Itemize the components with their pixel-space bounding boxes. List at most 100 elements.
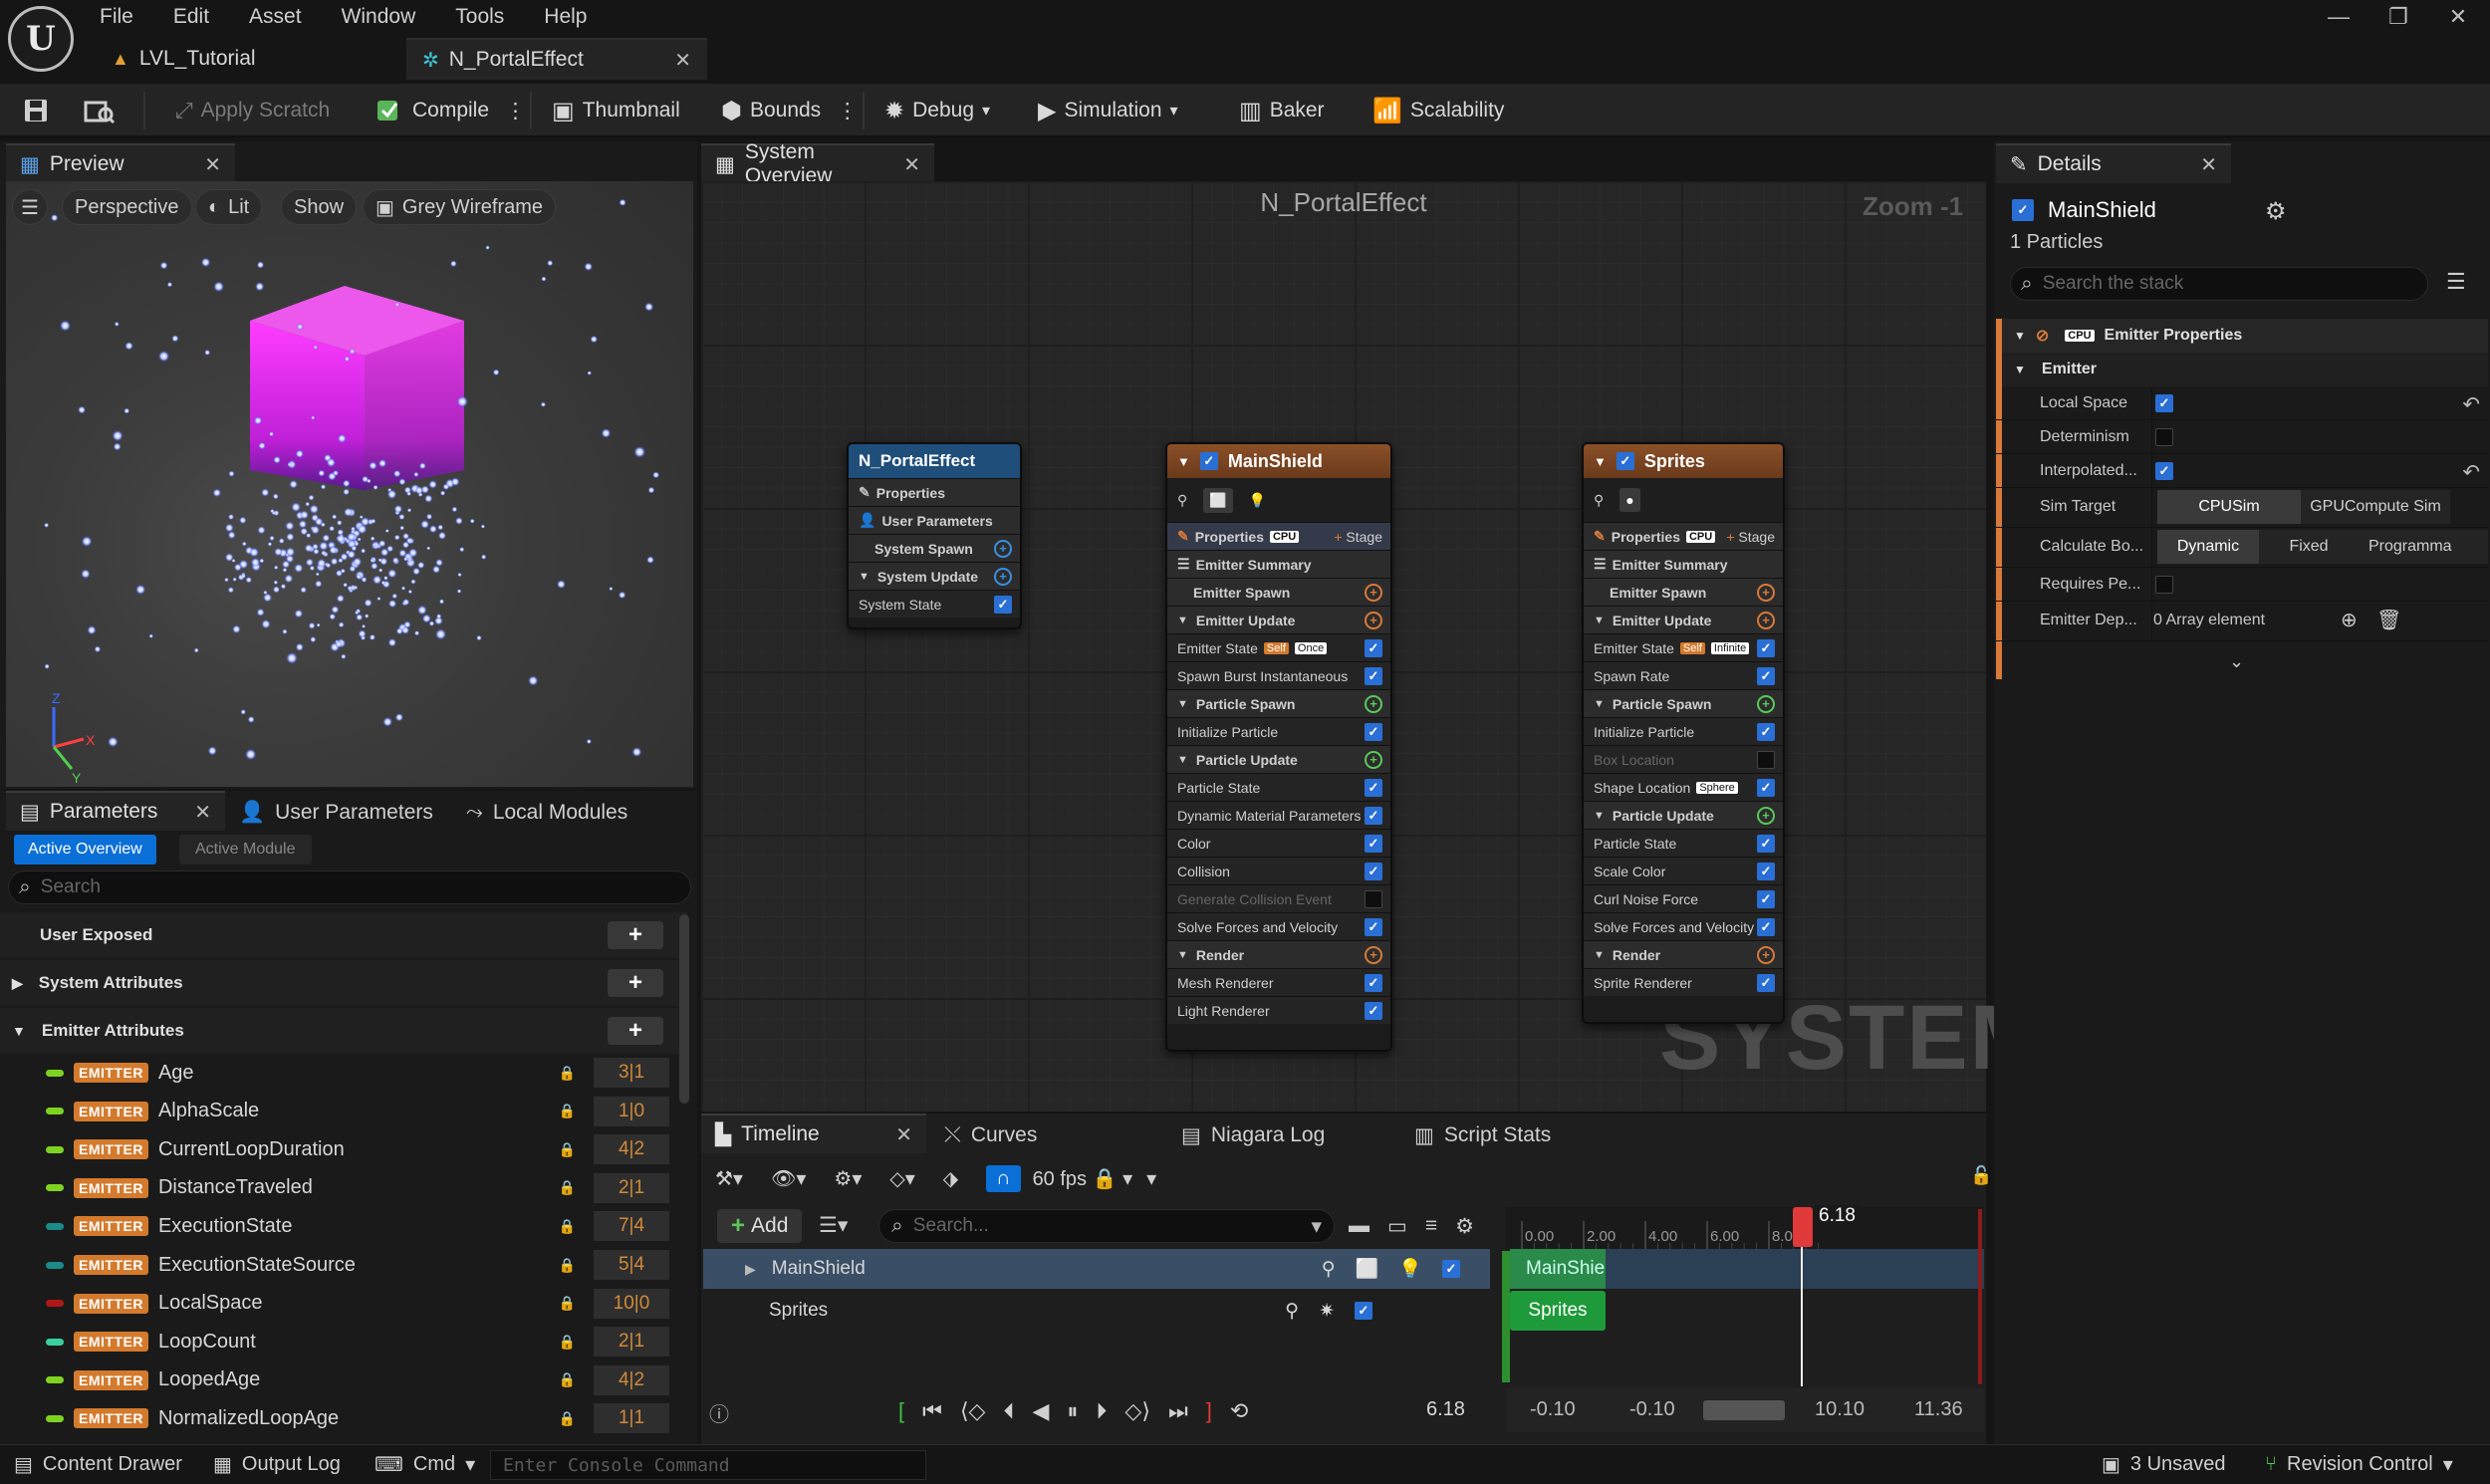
- preview-viewport[interactable]: Z X Y: [6, 181, 693, 787]
- stack-row[interactable]: Emitter Spawn +: [1167, 578, 1390, 606]
- module-checkbox[interactable]: ✓: [1757, 889, 1775, 908]
- emitter-group[interactable]: ▼ Emitter: [2002, 353, 2488, 386]
- range-end-marker[interactable]: [1978, 1209, 1982, 1384]
- apply-scratch-button[interactable]: ⤢ Apply Scratch: [175, 84, 330, 137]
- module-checkbox[interactable]: ✓: [1757, 778, 1775, 797]
- list-icon[interactable]: ≡: [1425, 1214, 1437, 1238]
- module-checkbox[interactable]: ✓: [1757, 973, 1775, 992]
- add-module-icon[interactable]: +: [1757, 945, 1775, 964]
- stack-row[interactable]: Collision ✓: [1167, 857, 1390, 884]
- scalability-button[interactable]: 📶 Scalability: [1372, 84, 1504, 137]
- reset-icon[interactable]: ↶: [2462, 460, 2480, 485]
- parameter-row[interactable]: EMITTER Age 🔒 3|1: [0, 1054, 687, 1092]
- view-options-icon[interactable]: 👁▾: [771, 1166, 806, 1191]
- step-forward-icon[interactable]: ⏵: [1096, 1398, 1107, 1424]
- reverse-play-icon[interactable]: ◀: [1032, 1398, 1049, 1424]
- stack-row[interactable]: Emitter Spawn +: [1584, 578, 1783, 606]
- debug-button[interactable]: ✹ Debug ▾: [884, 84, 990, 137]
- output-log-button[interactable]: ▦ Output Log: [213, 1444, 341, 1484]
- add-module-icon[interactable]: +: [994, 567, 1012, 586]
- module-checkbox[interactable]: ✓: [1365, 778, 1382, 797]
- emitter-summary-row[interactable]: ☰ Emitter Summary: [1167, 550, 1390, 578]
- system-node[interactable]: N_PortalEffect ✎ Properties 👤 User Paramet…: [847, 442, 1022, 629]
- enable-checkbox[interactable]: ✓: [1199, 452, 1218, 470]
- track-row-sprites[interactable]: Sprites ⚲ ✷ ✓: [703, 1291, 1490, 1331]
- info-icon[interactable]: ⓘ: [709, 1398, 729, 1427]
- parameter-row[interactable]: EMITTER LoopCount 🔒 2|1: [0, 1323, 687, 1360]
- filter-icon[interactable]: ☰▾: [819, 1213, 848, 1238]
- add-system-attribute-icon[interactable]: +: [608, 969, 663, 997]
- module-checkbox[interactable]: ✓: [1365, 973, 1382, 992]
- key-icon[interactable]: ◇▾: [889, 1166, 914, 1191]
- module-checkbox[interactable]: ✓: [1757, 722, 1775, 741]
- bounds-programmable[interactable]: Programma: [2359, 530, 2488, 564]
- stack-row[interactable]: Initialize Particle ✓: [1584, 717, 1783, 745]
- view-end-field[interactable]: 10.10: [1815, 1398, 1865, 1421]
- unreal-logo-icon[interactable]: U: [8, 6, 74, 72]
- tab-script-stats[interactable]: ▥ Script Stats: [1414, 1115, 1551, 1155]
- reset-icon[interactable]: ↶: [2462, 392, 2480, 417]
- add-module-icon[interactable]: +: [1757, 583, 1775, 602]
- stack-search-input[interactable]: ⌕ Search the stack: [2010, 267, 2428, 301]
- add-module-icon[interactable]: +: [1365, 694, 1382, 713]
- add-emitter-attribute-icon[interactable]: +: [608, 1017, 663, 1045]
- bounds-options-icon[interactable]: ⋮: [837, 99, 858, 124]
- lock-icon[interactable]: 🔓: [1970, 1165, 1992, 1186]
- expand-advanced-icon[interactable]: ⌄: [2229, 651, 2244, 672]
- menu-edit[interactable]: Edit: [173, 5, 209, 29]
- track-row-mainshield[interactable]: ▶ MainShield ⚲ ⬜ 💡 ✓: [703, 1249, 1490, 1289]
- current-time-field[interactable]: 6.18: [1426, 1398, 1465, 1421]
- add-module-icon[interactable]: +: [1365, 611, 1382, 629]
- determinism-checkbox[interactable]: [2155, 428, 2173, 446]
- menu-asset[interactable]: Asset: [249, 5, 302, 29]
- system-state-row[interactable]: System State ✓: [849, 590, 1020, 618]
- parameter-row[interactable]: EMITTER ExecutionState 🔒 7|4: [0, 1207, 687, 1245]
- stack-row[interactable]: ▼ Particle Update +: [1584, 801, 1783, 829]
- stack-row[interactable]: Initialize Particle ✓: [1167, 717, 1390, 745]
- delete-icon[interactable]: 🗑: [2376, 608, 2401, 632]
- parameter-row[interactable]: EMITTER LocalSpace 🔒 10|0: [0, 1285, 687, 1323]
- grey-wireframe-button[interactable]: ▣ Grey Wireframe: [363, 189, 557, 225]
- more-options-icon[interactable]: ▾: [1146, 1166, 1156, 1191]
- filter-icon[interactable]: ☰: [2446, 269, 2466, 295]
- parameter-row[interactable]: EMITTER LoopedAge 🔒 4|2: [0, 1361, 687, 1399]
- settings-icon[interactable]: ⚙: [1455, 1214, 1474, 1239]
- time-ruler[interactable]: 0.00 2.00 4.00 6.00 8.00: [1506, 1207, 1984, 1251]
- menu-tools[interactable]: Tools: [455, 5, 504, 29]
- stack-row[interactable]: Shape Location Sphere ✓: [1584, 773, 1783, 801]
- close-window-icon[interactable]: ✕: [2428, 0, 2488, 34]
- tab-level[interactable]: ▲ LVL_Tutorial: [96, 38, 404, 80]
- skip-start-icon[interactable]: ⏮: [922, 1398, 942, 1424]
- local-space-checkbox[interactable]: ✓: [2155, 394, 2173, 412]
- viewport-menu-button[interactable]: ☰: [12, 189, 48, 225]
- parameter-row[interactable]: EMITTER DistanceTraveled 🔒 2|1: [0, 1169, 687, 1207]
- thumbnail-button[interactable]: ▣ Thumbnail: [552, 84, 680, 137]
- tab-parameters[interactable]: ▤ Parameters ✕: [6, 791, 225, 831]
- add-module-icon[interactable]: +: [1365, 750, 1382, 769]
- stack-row[interactable]: Solve Forces and Velocity ✓: [1167, 912, 1390, 940]
- range-start-field[interactable]: -0.10: [1530, 1398, 1576, 1421]
- system-node-header[interactable]: N_PortalEffect: [849, 444, 1020, 478]
- baker-button[interactable]: ▥ Baker: [1239, 84, 1325, 137]
- module-checkbox[interactable]: ✓: [1365, 666, 1382, 685]
- emitter-summary-row[interactable]: ☰ Emitter Summary: [1584, 550, 1783, 578]
- auto-key-icon[interactable]: ⬗: [943, 1166, 958, 1191]
- stack-row[interactable]: Spawn Rate ✓: [1584, 661, 1783, 689]
- stack-row[interactable]: Emitter State Self Infinite ✓: [1584, 633, 1783, 661]
- light-renderer-icon[interactable]: 💡: [1249, 492, 1266, 509]
- parameter-row[interactable]: EMITTER ExecutionStateSource 🔒 5|4: [0, 1246, 687, 1284]
- stack-row[interactable]: Solve Forces and Velocity ✓: [1584, 912, 1783, 940]
- add-module-icon[interactable]: +: [994, 539, 1012, 558]
- tab-local-modules[interactable]: ⤳ Local Modules: [466, 793, 627, 833]
- stack-row[interactable]: Dynamic Material Parameters ✓: [1167, 801, 1390, 829]
- active-module-button[interactable]: Active Module: [179, 835, 312, 865]
- stack-row[interactable]: ▼ Emitter Update +: [1584, 606, 1783, 633]
- system-properties-row[interactable]: ✎ Properties: [849, 478, 1020, 506]
- simulation-button[interactable]: ▶ Simulation ▾: [1038, 84, 1178, 137]
- module-checkbox[interactable]: ✓: [1757, 666, 1775, 685]
- module-checkbox[interactable]: [1757, 750, 1775, 769]
- sprites-header[interactable]: ▼ ✓ Sprites: [1584, 444, 1783, 478]
- expand-icon[interactable]: ▭: [1387, 1214, 1407, 1239]
- add-element-icon[interactable]: ⊕: [2341, 608, 2358, 632]
- add-module-icon[interactable]: +: [1757, 694, 1775, 713]
